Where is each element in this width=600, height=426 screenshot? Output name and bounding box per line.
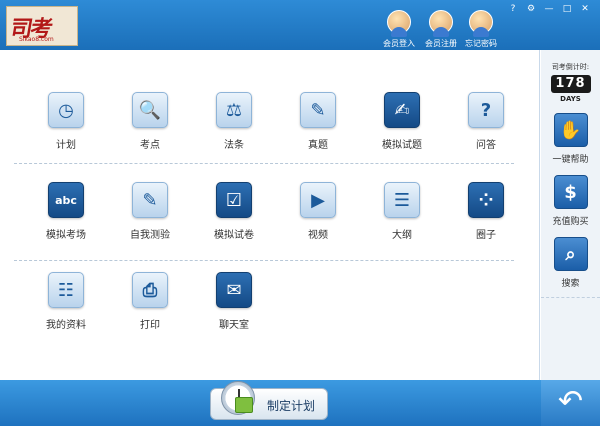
logo-subtitle: Sikao8.com [19, 36, 54, 43]
side-panel: 司考倒计时: 178 DAYS ✋ 一键帮助 $ 充值购买 ⌕ 搜索 [541, 50, 600, 380]
countdown-unit: DAYS [560, 95, 581, 103]
side-button-label: 一键帮助 [552, 155, 589, 165]
feature-key-points[interactable]: 🔍 考点 [108, 88, 192, 178]
feature-row-3: ☷ 我的资料 ⎙ 打印 ✉ 聊天室 [24, 268, 528, 358]
document-search-icon: 🔍 [132, 92, 168, 128]
blackboard-icon: abc [48, 182, 84, 218]
dollar-icon: $ [553, 175, 588, 209]
calendar-icon [235, 397, 253, 413]
side-button-label: 搜索 [561, 279, 580, 289]
feature-plan[interactable]: ◷ 计划 [24, 88, 108, 178]
feature-label: 考点 [140, 140, 160, 151]
recharge-buy-button[interactable]: $ 充值购买 [541, 175, 600, 227]
close-window-icon[interactable]: ✕ [576, 2, 594, 16]
feature-print[interactable]: ⎙ 打印 [108, 268, 192, 358]
forgot-password-button[interactable]: 忘记密码 [458, 10, 504, 50]
feature-circle[interactable]: ⁘ 圈子 [444, 178, 528, 268]
help-window-icon[interactable]: ? [504, 2, 522, 16]
maximize-window-icon[interactable]: □ [558, 2, 576, 16]
footer-bar: 制定计划 ↶ [0, 380, 600, 426]
forgot-password-label: 忘记密码 [465, 39, 497, 48]
chat-icon: ✉ [216, 272, 252, 308]
user-login-icon [387, 10, 411, 37]
feature-label: 真题 [308, 140, 328, 151]
profile-card-icon: ☷ [48, 272, 84, 308]
countdown-counter: 178 [550, 75, 591, 93]
one-click-help-button[interactable]: ✋ 一键帮助 [541, 113, 600, 165]
feature-label: 大纲 [392, 230, 412, 241]
feature-label: 我的资料 [46, 320, 86, 331]
feature-label: 模拟考场 [46, 230, 86, 241]
test-sheet-icon: ✎ [132, 182, 168, 218]
feature-label: 打印 [140, 320, 160, 331]
make-plan-button[interactable]: 制定计划 [210, 381, 328, 420]
circle-apps-icon: ⁘ [468, 182, 504, 218]
feature-label: 视频 [308, 230, 328, 241]
main-panel: ◷ 计划 🔍 考点 ⚖ 法条 ✎ 真题 ✍ 模拟试题 ? 问答 abc 模拟考场… [0, 50, 540, 380]
search-button[interactable]: ⌕ 搜索 [541, 237, 600, 289]
feature-grid: ◷ 计划 🔍 考点 ⚖ 法条 ✎ 真题 ✍ 模拟试题 ? 问答 abc 模拟考场… [24, 88, 528, 358]
outline-doc-icon: ☰ [384, 182, 420, 218]
member-login-button[interactable]: 会员登入 [376, 10, 422, 50]
feature-label: 聊天室 [219, 320, 249, 331]
settings-window-icon[interactable]: ⚙ [522, 2, 540, 16]
feature-label: 圈子 [476, 230, 496, 241]
feature-video[interactable]: ▶ 视频 [276, 178, 360, 268]
row-divider [14, 163, 514, 164]
feature-label: 问答 [476, 140, 496, 151]
printer-icon: ⎙ [132, 272, 168, 308]
side-divider [541, 297, 600, 298]
film-icon: ▶ [300, 182, 336, 218]
feature-label: 模拟试卷 [214, 230, 254, 241]
handshake-icon: ✋ [553, 113, 588, 147]
magnifier-icon: ⌕ [553, 237, 588, 271]
feature-row-2: abc 模拟考场 ✎ 自我测验 ☑ 模拟试卷 ▶ 视频 ☰ 大纲 ⁘ 圈子 [24, 178, 528, 268]
minimize-window-icon[interactable]: — [540, 2, 558, 16]
calendar-clock-icon: ◷ [48, 92, 84, 128]
feature-self-test[interactable]: ✎ 自我测验 [108, 178, 192, 268]
feature-qa[interactable]: ? 问答 [444, 88, 528, 178]
header-bar: 司考 Sikao8.com 会员登入 会员注册 忘记密码 ? ⚙ — □ ✕ [0, 0, 600, 50]
question-icon: ? [468, 92, 504, 128]
edit-icon: ✎ [300, 92, 336, 128]
feature-past-exams[interactable]: ✎ 真题 [276, 88, 360, 178]
scales-icon: ⚖ [216, 92, 252, 128]
feature-row-1: ◷ 计划 🔍 考点 ⚖ 法条 ✎ 真题 ✍ 模拟试题 ? 问答 [24, 88, 528, 178]
row-divider [14, 260, 514, 261]
app-logo: 司考 Sikao8.com [6, 6, 78, 46]
feature-mock-papers[interactable]: ☑ 模拟试卷 [192, 178, 276, 268]
feature-label: 模拟试题 [382, 140, 422, 151]
member-login-label: 会员登入 [383, 39, 415, 48]
countdown-title: 司考倒计时: [551, 63, 590, 71]
feature-outline[interactable]: ☰ 大纲 [360, 178, 444, 268]
feature-my-profile[interactable]: ☷ 我的资料 [24, 268, 108, 358]
feature-label: 自我测验 [130, 230, 170, 241]
back-arrow-icon[interactable]: ↶ [541, 380, 600, 426]
feature-statutes[interactable]: ⚖ 法条 [192, 88, 276, 178]
make-plan-label: 制定计划 [267, 399, 316, 413]
side-button-label: 充值购买 [552, 217, 589, 227]
pen-paper-icon: ✍ [384, 92, 420, 128]
checklist-icon: ☑ [216, 182, 252, 218]
forgot-password-icon [469, 10, 493, 37]
feature-mock-exam-room[interactable]: abc 模拟考场 [24, 178, 108, 268]
feature-chat-room[interactable]: ✉ 聊天室 [192, 268, 276, 358]
user-register-icon [429, 10, 453, 37]
feature-label: 法条 [224, 140, 244, 151]
window-controls: ? ⚙ — □ ✕ [504, 2, 594, 16]
feature-label: 计划 [56, 140, 76, 151]
feature-mock-questions[interactable]: ✍ 模拟试题 [360, 88, 444, 178]
